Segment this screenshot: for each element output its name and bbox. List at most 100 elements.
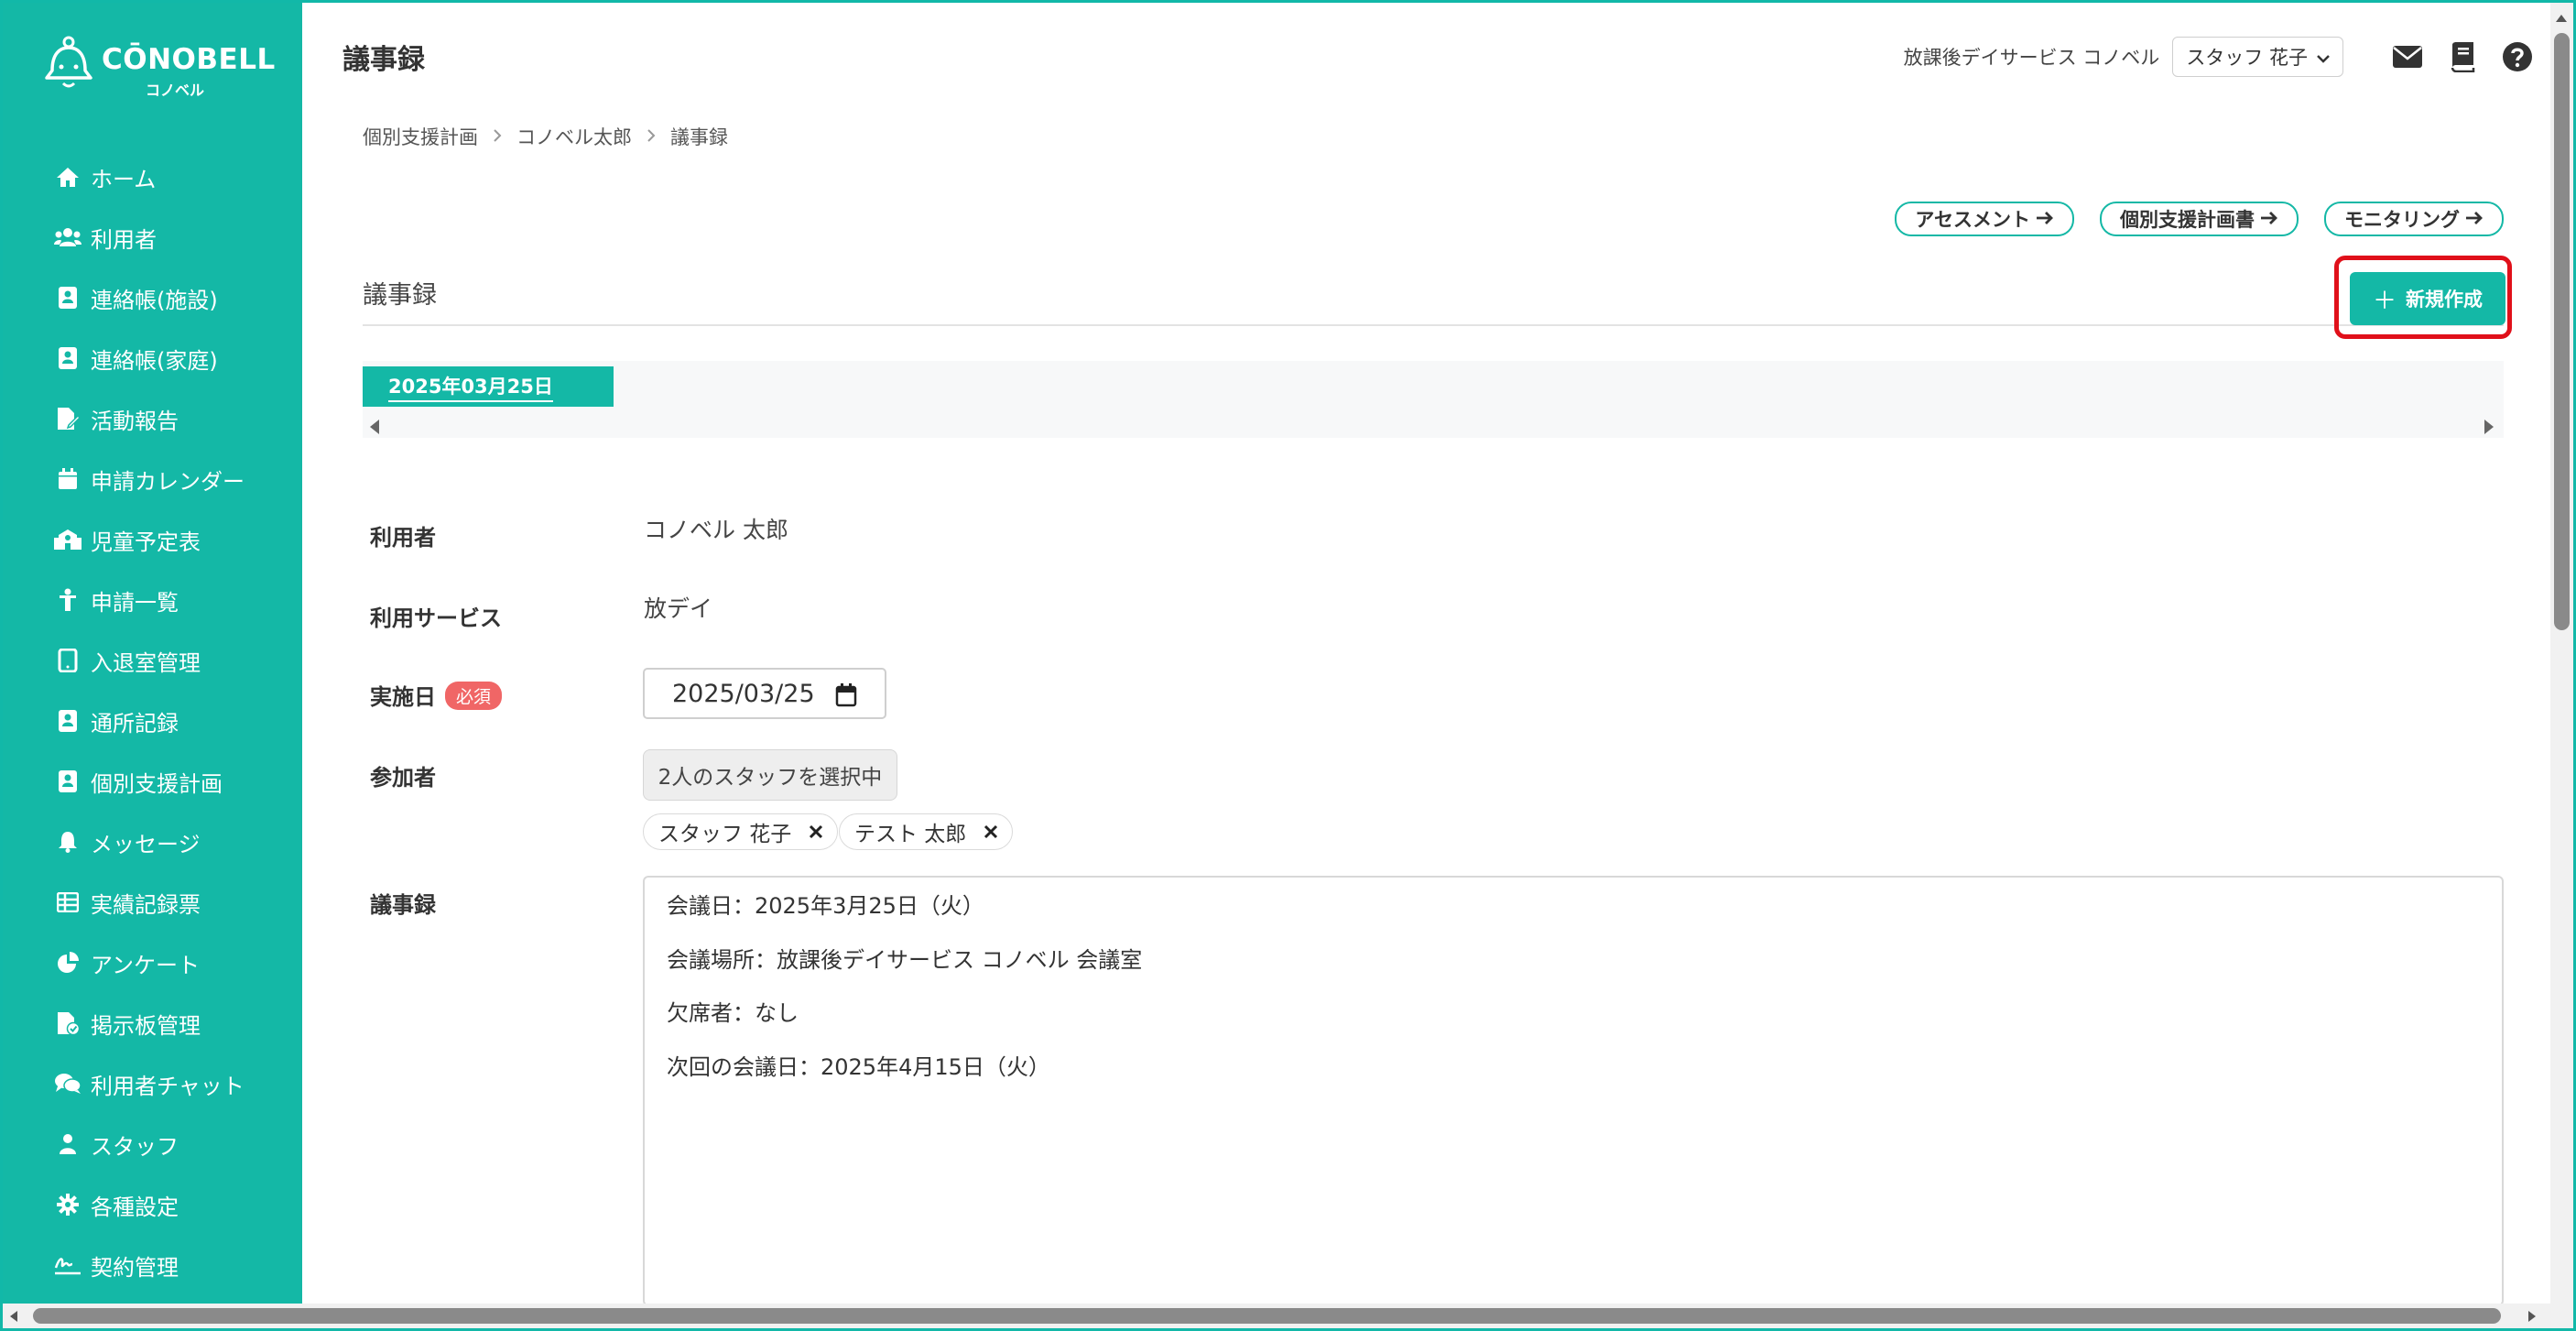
horizontal-scrollbar-thumb[interactable] <box>33 1308 2501 1324</box>
header-actions: 放課後デイサービス コノベル スタッフ 花子 <box>1904 35 2534 79</box>
sidebar-item-board[interactable]: 掲示板管理 <box>54 1005 201 1042</box>
table-icon <box>54 889 82 916</box>
close-icon[interactable] <box>983 824 999 840</box>
chevron-right-icon <box>647 125 656 147</box>
sidebar-item-label: 連絡帳(家庭) <box>91 347 218 374</box>
sidebar-item-label: 申請一覧 <box>91 589 179 616</box>
contact-book-icon <box>54 768 82 795</box>
bell-icon <box>54 828 82 856</box>
sidebar-item-contract[interactable]: 契約管理 <box>54 1247 179 1283</box>
link-label: アセスメント <box>1915 209 2030 231</box>
new-create-button[interactable]: ＋ 新規作成 <box>2350 272 2505 325</box>
sidebar-item-users[interactable]: 利用者 <box>54 219 157 256</box>
participant-name: テスト 太郎 <box>854 823 967 846</box>
service-value: 放デイ <box>644 595 713 622</box>
sidebar-item-label: アンケート <box>91 952 201 978</box>
scroll-right-icon[interactable] <box>2527 1309 2537 1326</box>
sidebar-item-message[interactable]: メッセージ <box>54 824 201 860</box>
sidebar-item-label: 実績記録票 <box>91 891 201 918</box>
help-icon[interactable] <box>2501 40 2534 73</box>
breadcrumb: 個別支援計画 コノベル太郎 議事録 <box>363 123 728 150</box>
sidebar-item-label: ホーム <box>91 166 157 192</box>
gear-icon <box>54 1191 82 1218</box>
date-tab-strip <box>363 361 2504 438</box>
sidebar-item-child-schedule[interactable]: 児童予定表 <box>54 521 201 558</box>
tab-scroll-right-icon[interactable] <box>2483 418 2495 440</box>
staff-select[interactable]: スタッフ 花子 <box>2172 37 2343 77</box>
book-icon[interactable] <box>2446 40 2479 73</box>
participants-label: 参加者 <box>370 765 436 791</box>
sidebar-item-label: 掲示板管理 <box>91 1012 201 1039</box>
sidebar-item-survey[interactable]: アンケート <box>54 944 200 981</box>
scroll-up-icon[interactable] <box>2555 9 2568 27</box>
vertical-scrollbar-thumb[interactable] <box>2554 33 2570 630</box>
brand-logo[interactable]: CŌNOBELL コノベル <box>43 36 275 100</box>
calendar-icon[interactable] <box>835 683 857 714</box>
chevron-down-icon <box>2317 46 2330 68</box>
sidebar-item-contact-facility[interactable]: 連絡帳(施設) <box>54 279 218 316</box>
sidebar-item-label: スタッフ <box>91 1133 179 1160</box>
page-title: 議事録 <box>342 44 425 76</box>
mail-icon[interactable] <box>2391 40 2424 73</box>
chat-icon <box>54 1070 82 1097</box>
breadcrumb-item-user[interactable]: コノベル太郎 <box>516 123 632 150</box>
child-icon <box>54 586 82 614</box>
sidebar-item-performance-record[interactable]: 実績記録票 <box>54 884 201 921</box>
monitoring-link-button[interactable]: モニタリング <box>2324 202 2504 236</box>
user-label: 利用者 <box>370 525 436 551</box>
plus-icon: ＋ <box>2372 287 2397 315</box>
arrow-right-icon <box>2465 208 2484 230</box>
sidebar-item-home[interactable]: ホーム <box>54 158 156 195</box>
date-input[interactable]: 2025/03/25 <box>643 668 886 719</box>
brand-subname: コノベル <box>146 82 205 99</box>
sidebar-item-settings[interactable]: 各種設定 <box>54 1186 179 1223</box>
sidebar-item-visit-record[interactable]: 通所記録 <box>54 703 179 739</box>
sidebar-item-attendance[interactable]: 入退室管理 <box>54 642 201 679</box>
file-edit-icon <box>54 405 82 432</box>
users-icon <box>54 224 82 251</box>
contact-book-icon <box>54 284 82 311</box>
minutes-label: 議事録 <box>370 892 436 918</box>
breadcrumb-item-support-plan[interactable]: 個別支援計画 <box>363 123 478 150</box>
related-links: アセスメント 個別支援計画書 モニタリング <box>1869 202 2504 236</box>
date-label: 実施日 必須 <box>370 679 503 711</box>
sidebar-item-user-chat[interactable]: 利用者チャット <box>54 1065 245 1102</box>
participant-chip: スタッフ 花子 <box>643 813 839 850</box>
user-icon <box>54 1130 82 1158</box>
scroll-left-icon[interactable] <box>9 1309 18 1326</box>
sidebar-item-label: 通所記録 <box>91 710 179 736</box>
link-label: モニタリング <box>2344 209 2460 231</box>
sidebar-item-contact-home[interactable]: 連絡帳(家庭) <box>54 340 218 376</box>
section-divider <box>363 324 2504 326</box>
sidebar-item-label: 連絡帳(施設) <box>91 287 218 313</box>
sidebar-item-label: 児童予定表 <box>91 529 201 555</box>
sidebar-item-request-list[interactable]: 申請一覧 <box>54 582 179 618</box>
bell-logo-icon <box>45 36 92 88</box>
minutes-line: 会議場所：放課後デイサービス コノベル 会議室 <box>667 947 1143 973</box>
tab-scroll-left-icon[interactable] <box>368 418 381 440</box>
section-title: 議事録 <box>363 281 437 310</box>
facility-name: 放課後デイサービス コノベル <box>1903 47 2160 69</box>
date-tab-active[interactable]: 2025年03月25日 <box>363 366 614 407</box>
sidebar-item-label: 入退室管理 <box>91 649 201 676</box>
close-icon[interactable] <box>808 824 824 840</box>
sidebar-item-staff[interactable]: スタッフ <box>54 1126 179 1162</box>
sidebar-item-activity-report[interactable]: 活動報告 <box>54 400 179 437</box>
minutes-line: 欠席者：なし <box>667 1000 799 1026</box>
sidebar-item-request-calendar[interactable]: 申請カレンダー <box>54 461 245 497</box>
participants-select-button[interactable]: 2人のスタッフを選択中 <box>643 749 897 801</box>
user-value: コノベル 太郎 <box>644 517 788 543</box>
assessment-link-button[interactable]: アセスメント <box>1895 202 2074 236</box>
sidebar-item-support-plan[interactable]: 個別支援計画 <box>54 763 223 800</box>
date-label-text: 実施日 <box>370 684 436 710</box>
participant-name: スタッフ 花子 <box>658 823 792 846</box>
pie-chart-icon <box>54 949 82 976</box>
home-icon <box>54 163 82 191</box>
breadcrumb-item-current: 議事録 <box>670 126 728 148</box>
sidebar-item-label: 申請カレンダー <box>91 468 245 495</box>
contact-book-icon <box>54 707 82 735</box>
brand-name: CŌNOBELL <box>102 43 276 76</box>
minutes-textarea[interactable]: 会議日：2025年3月25日（火） 会議場所：放課後デイサービス コノベル 会議… <box>643 876 2504 1306</box>
link-label: 個別支援計画書 <box>2120 209 2255 231</box>
support-plan-link-button[interactable]: 個別支援計画書 <box>2100 202 2299 236</box>
